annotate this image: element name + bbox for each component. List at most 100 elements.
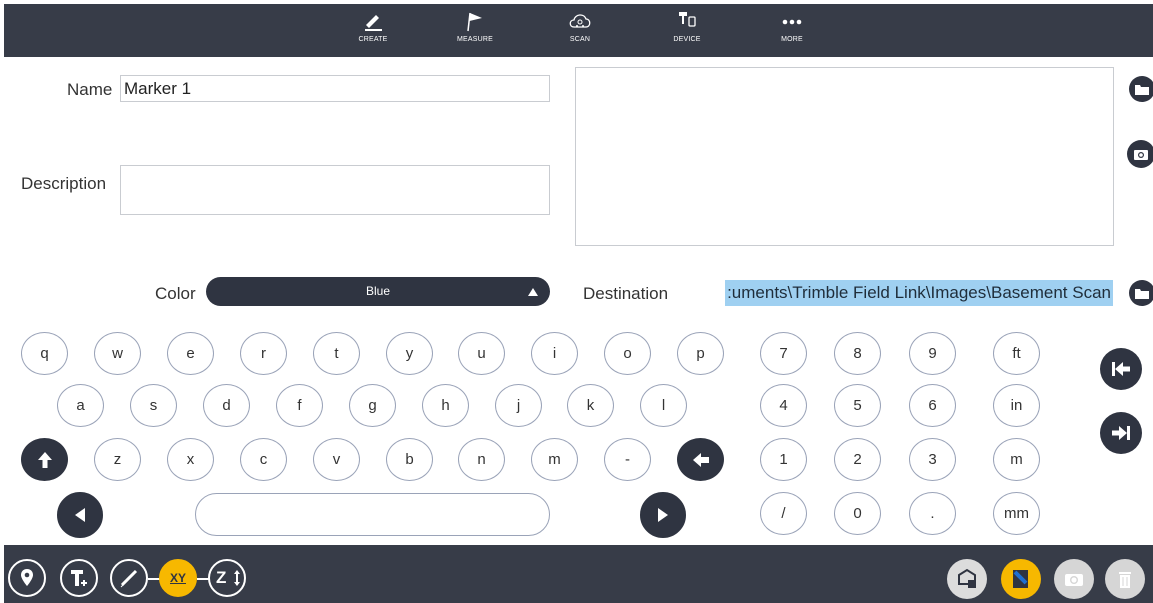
take-photo-button[interactable]: [1127, 140, 1153, 168]
color-label: Color: [155, 284, 196, 303]
description-field[interactable]: [120, 165, 550, 215]
pencil-icon: [365, 15, 382, 31]
measure-label: MEASURE: [456, 36, 494, 43]
key-y[interactable]: y: [386, 332, 433, 375]
measure-button[interactable]: MEASURE: [445, 10, 505, 43]
key-r[interactable]: r: [240, 332, 287, 375]
key-dash[interactable]: -: [604, 438, 651, 481]
scan-label: SCAN: [569, 36, 591, 43]
save-icon: [958, 568, 976, 588]
key-z[interactable]: z: [94, 438, 141, 481]
key-slash[interactable]: /: [760, 492, 807, 535]
location-pin-icon: [21, 569, 33, 586]
annotate-button[interactable]: [1001, 559, 1041, 599]
name-label: Name: [67, 80, 113, 99]
key-m-unit[interactable]: m: [993, 438, 1040, 481]
key-b[interactable]: b: [386, 438, 433, 481]
key-c[interactable]: c: [240, 438, 287, 481]
camera-button[interactable]: [1054, 559, 1094, 599]
key-u[interactable]: u: [458, 332, 505, 375]
destination-field[interactable]: :uments\Trimble Field Link\Images\Baseme…: [683, 280, 1113, 306]
camera-icon: [1065, 574, 1083, 586]
cursor-left-key[interactable]: [57, 492, 103, 538]
trash-icon: [1119, 572, 1131, 588]
more-button[interactable]: MORE: [762, 10, 822, 43]
backspace-key[interactable]: [677, 438, 724, 481]
key-7[interactable]: 7: [760, 332, 807, 375]
key-3[interactable]: 3: [909, 438, 956, 481]
caret-up-icon: [528, 288, 538, 296]
key-q[interactable]: q: [21, 332, 68, 375]
key-p[interactable]: p: [677, 332, 724, 375]
app-root: CREATE MEASURE SCAN DEVICE MORE Name Mar…: [0, 0, 1153, 603]
key-o[interactable]: o: [604, 332, 651, 375]
key-v[interactable]: v: [313, 438, 360, 481]
key-l[interactable]: l: [640, 384, 687, 427]
key-ft[interactable]: ft: [993, 332, 1040, 375]
z-mode-button[interactable]: Z: [208, 559, 246, 597]
key-n[interactable]: n: [458, 438, 505, 481]
ruler-icon: [120, 569, 138, 588]
triangle-right-icon: [658, 508, 668, 522]
space-key[interactable]: [195, 493, 550, 536]
save-scan-button[interactable]: [947, 559, 987, 599]
key-1[interactable]: 1: [760, 438, 807, 481]
previous-field-button[interactable]: [1100, 348, 1142, 390]
key-w[interactable]: w: [94, 332, 141, 375]
color-select[interactable]: Blue: [206, 277, 550, 306]
z-label: Z: [216, 568, 227, 587]
browse-image-button[interactable]: [1129, 76, 1153, 102]
scan-button[interactable]: SCAN: [550, 10, 610, 43]
text-tool-button[interactable]: [60, 559, 98, 597]
device-icon: [679, 12, 696, 27]
key-8[interactable]: 8: [834, 332, 881, 375]
key-in[interactable]: in: [993, 384, 1040, 427]
key-i[interactable]: i: [531, 332, 578, 375]
key-g[interactable]: g: [349, 384, 396, 427]
flag-icon: [467, 12, 482, 32]
device-button[interactable]: DEVICE: [657, 10, 717, 43]
description-label: Description: [21, 174, 107, 193]
key-s[interactable]: s: [130, 384, 177, 427]
destination-label: Destination: [583, 284, 669, 303]
xy-mode-button[interactable]: XY: [159, 559, 197, 597]
shift-key[interactable]: [21, 438, 68, 481]
cursor-right-key[interactable]: [640, 492, 686, 538]
key-4[interactable]: 4: [760, 384, 807, 427]
key-j[interactable]: j: [495, 384, 542, 427]
cloud-scan-icon: [569, 14, 591, 28]
image-preview: [575, 67, 1114, 246]
key-2[interactable]: 2: [834, 438, 881, 481]
vertical-arrows-icon: [234, 570, 240, 586]
key-9[interactable]: 9: [909, 332, 956, 375]
folder-icon: [1135, 289, 1149, 299]
camera-icon: [1134, 150, 1148, 160]
delete-button[interactable]: [1105, 559, 1145, 599]
key-a[interactable]: a: [57, 384, 104, 427]
key-k[interactable]: k: [567, 384, 614, 427]
key-mm[interactable]: mm: [993, 492, 1040, 535]
next-field-button[interactable]: [1100, 412, 1142, 454]
create-button[interactable]: CREATE: [343, 10, 403, 43]
key-e[interactable]: e: [167, 332, 214, 375]
more-dots-icon: [782, 19, 802, 25]
device-label: DEVICE: [673, 36, 701, 43]
key-dot[interactable]: .: [909, 492, 956, 535]
measure-tool-button[interactable]: [110, 559, 148, 597]
key-6[interactable]: 6: [909, 384, 956, 427]
key-f[interactable]: f: [276, 384, 323, 427]
key-m[interactable]: m: [531, 438, 578, 481]
browse-destination-button[interactable]: [1129, 280, 1153, 306]
skip-previous-icon: [1112, 362, 1130, 376]
location-pin-button[interactable]: [8, 559, 46, 597]
text-add-icon: [71, 570, 87, 586]
key-h[interactable]: h: [422, 384, 469, 427]
key-t[interactable]: t: [313, 332, 360, 375]
key-0[interactable]: 0: [834, 492, 881, 535]
name-field[interactable]: Marker 1: [120, 75, 550, 102]
key-x[interactable]: x: [167, 438, 214, 481]
key-5[interactable]: 5: [834, 384, 881, 427]
folder-icon: [1135, 85, 1149, 95]
key-d[interactable]: d: [203, 384, 250, 427]
skip-next-icon: [1112, 426, 1130, 440]
